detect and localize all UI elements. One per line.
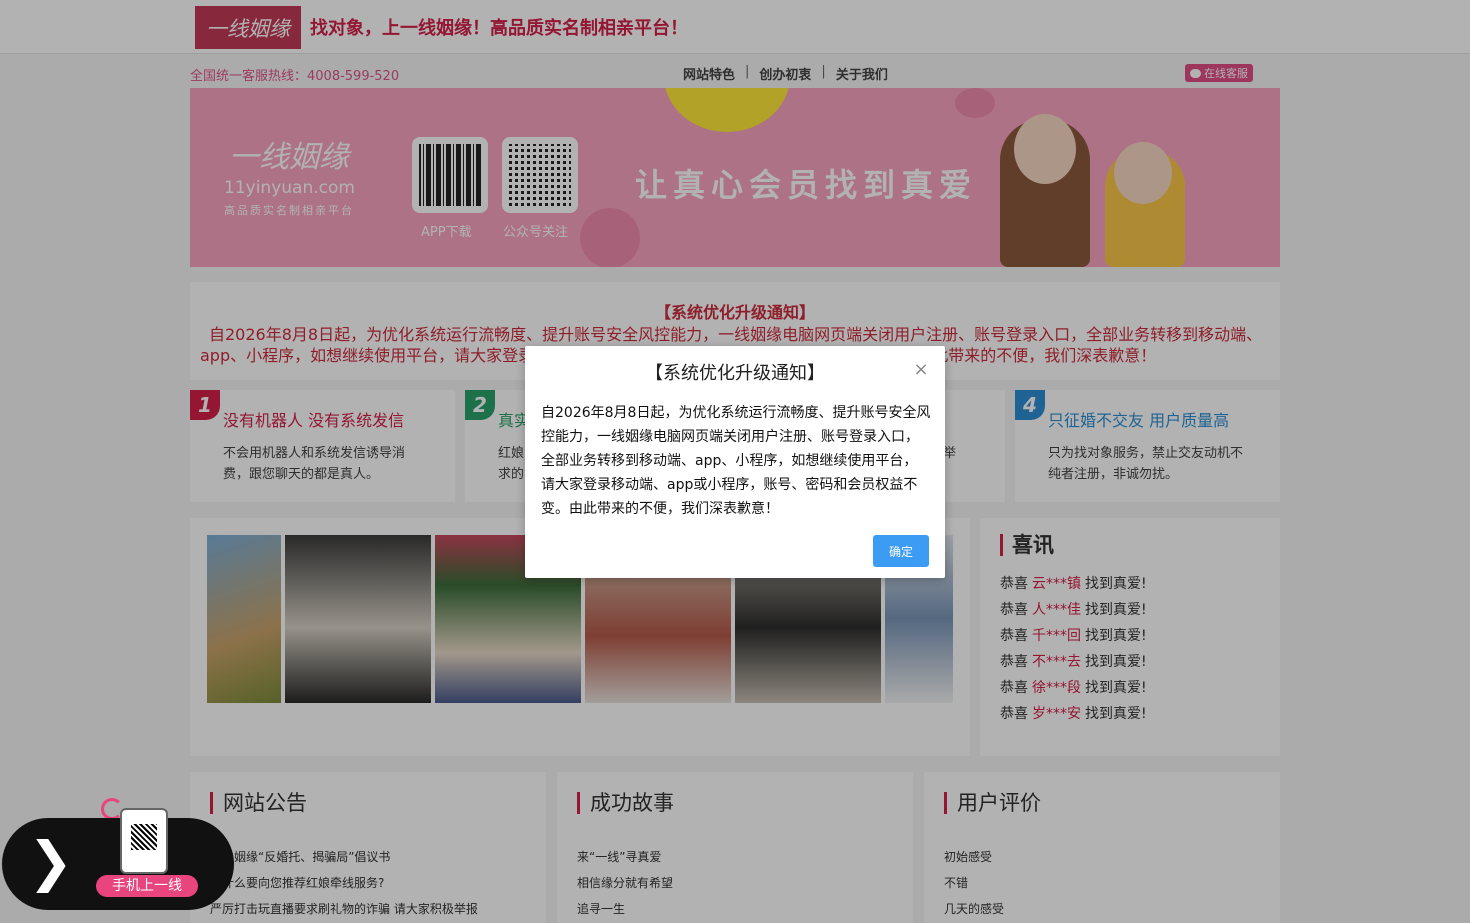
qr-code-pattern [131,824,157,850]
phone-qr-icon [120,808,168,874]
confirm-button[interactable]: 确定 [873,535,929,567]
mobile-float-label[interactable]: 手机上一线 [96,875,198,897]
close-icon[interactable]: × [913,361,929,379]
mobile-app-float[interactable]: ❯ 手机上一线 [2,808,234,910]
chevron-right-icon[interactable]: ❯ [28,834,73,890]
dialog-title: 【系统优化升级通知】 [645,363,825,384]
notice-dialog: 【系统优化升级通知】 × 自2026年8月8日起，为优化系统运行流畅度、提升账号… [525,346,945,578]
dialog-body: 自2026年8月8日起，为优化系统运行流畅度、提升账号安全风控能力，一线姻缘电脑… [541,405,931,517]
